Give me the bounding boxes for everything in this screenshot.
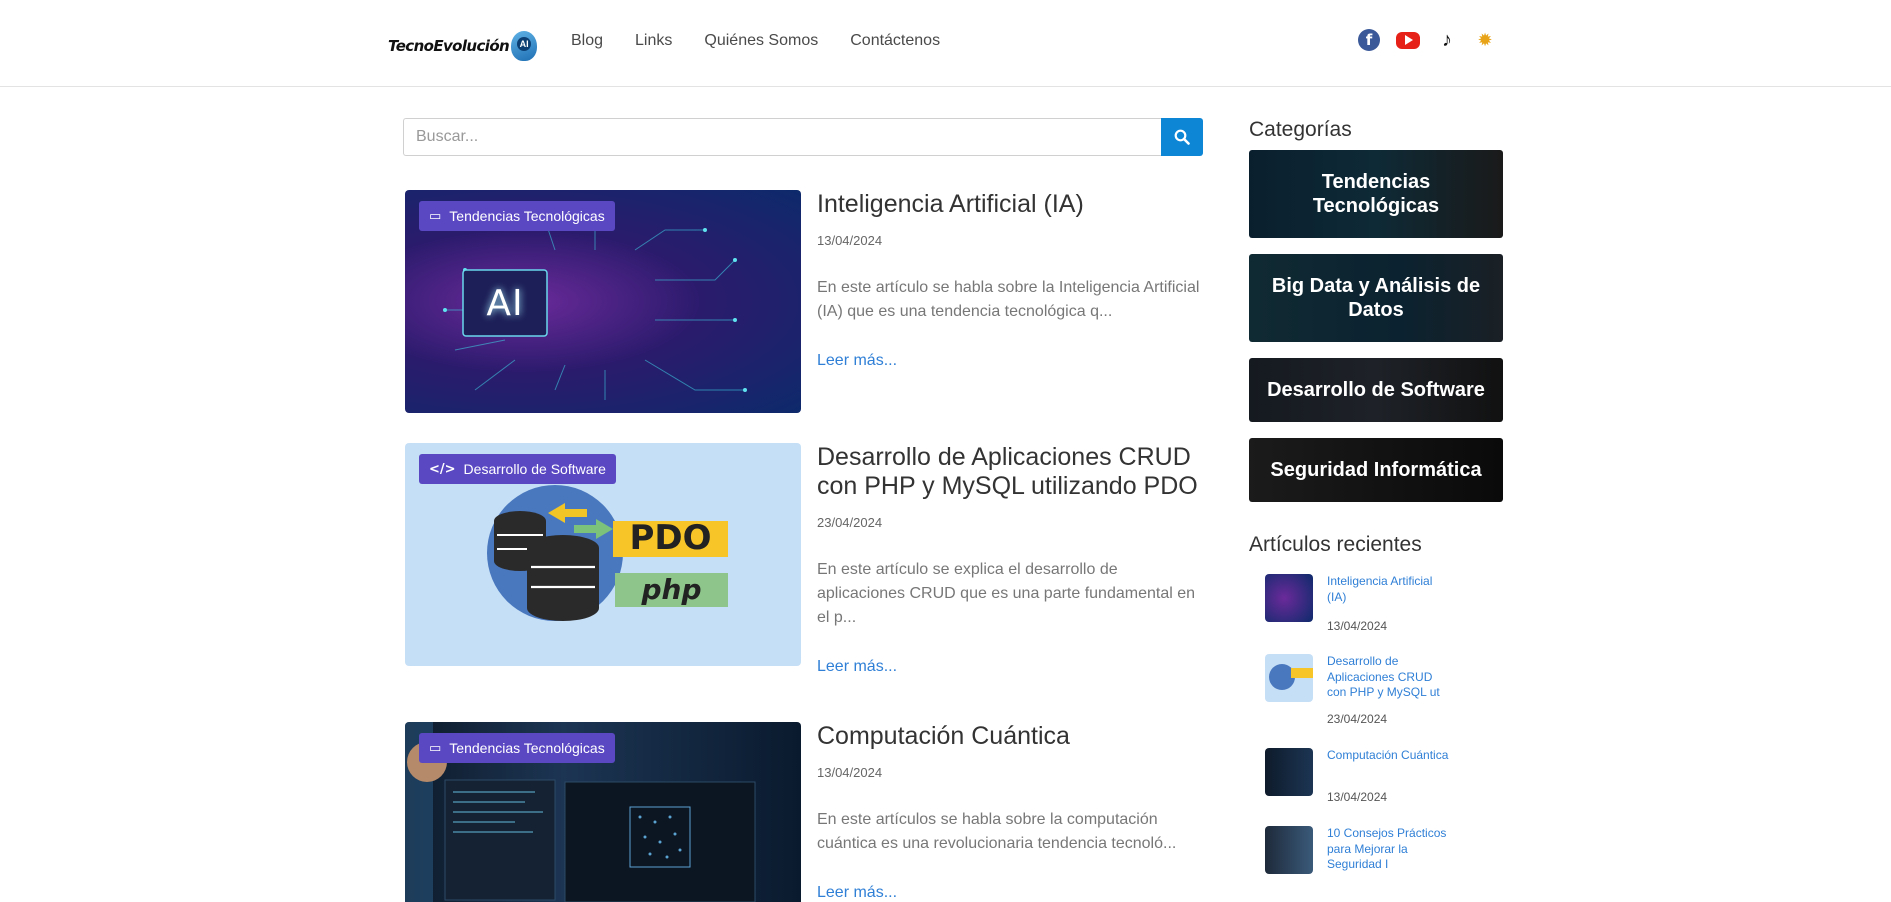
code-icon: </> [429, 461, 456, 477]
post-title[interactable]: Desarrollo de Aplicaciones CRUD con PHP … [817, 443, 1207, 501]
logo-text: TecnoEvolución [388, 37, 510, 55]
facebook-icon[interactable]: f [1358, 29, 1380, 51]
post-date: 13/04/2024 [817, 233, 883, 248]
post-excerpt: En este artículos se habla sobre la comp… [817, 811, 1177, 852]
category-badge[interactable]: ▭ Tendencias Tecnológicas [419, 201, 615, 231]
logo-badge-icon: AI [511, 31, 538, 61]
recent-article-thumbnail[interactable] [1265, 748, 1313, 796]
search-button[interactable] [1161, 118, 1203, 156]
php-label: php [641, 572, 702, 606]
recent-article-title[interactable]: 10 Consejos Prácticos para Mejorar la Se… [1327, 826, 1455, 873]
category-card-label: Big Data y Análisis de Datos [1271, 275, 1481, 321]
recent-article-title[interactable]: Computación Cuántica [1327, 748, 1455, 764]
recent-article-date: 13/04/2024 [1327, 790, 1388, 804]
nav-links-link[interactable]: Links [635, 31, 672, 51]
post-excerpt: En este artículo se explica el desarroll… [817, 561, 1196, 626]
category-badge-label: Desarrollo de Software [463, 461, 606, 477]
search-icon [1174, 129, 1190, 145]
search-input[interactable] [403, 118, 1161, 156]
main-nav: Blog Links Quiénes Somos Contáctenos [571, 31, 972, 51]
post-excerpt: En este artículo se habla sobre la Intel… [817, 279, 1200, 320]
laptop-icon: ▭ [429, 208, 442, 224]
site-header: TecnoEvolución AI Blog Links Quiénes Som… [0, 0, 1891, 87]
post-body: Inteligencia Artificial (IA) 13/04/2024 … [817, 190, 1207, 370]
category-badge-label: Tendencias Tecnológicas [449, 208, 605, 224]
read-more-link[interactable]: Leer más... [817, 352, 1207, 370]
post-body: Desarrollo de Aplicaciones CRUD con PHP … [817, 443, 1207, 676]
post-body: Computación Cuántica 13/04/2024 En este … [817, 722, 1207, 902]
category-card-tendencias[interactable]: Tendencias Tecnológicas [1249, 150, 1503, 238]
categories-heading: Categorías [1249, 118, 1352, 141]
laptop-icon: ▭ [429, 740, 442, 756]
category-card-desarrollo[interactable]: Desarrollo de Software [1249, 358, 1503, 422]
nav-blog-link[interactable]: Blog [571, 31, 603, 51]
category-card-label: Desarrollo de Software [1267, 379, 1485, 401]
read-more-link[interactable]: Leer más... [817, 884, 1207, 902]
recent-article-date: 23/04/2024 [1327, 712, 1388, 726]
category-badge[interactable]: ▭ Tendencias Tecnológicas [419, 733, 615, 763]
post-title[interactable]: Computación Cuántica [817, 722, 1207, 751]
post-date: 13/04/2024 [817, 765, 883, 780]
recent-article-title[interactable]: Inteligencia Artificial (IA) [1327, 574, 1455, 605]
recent-article-thumbnail[interactable] [1265, 654, 1313, 702]
category-card-label: Tendencias Tecnológicas [1312, 171, 1440, 217]
recent-article-thumbnail[interactable] [1265, 826, 1313, 874]
post-date: 23/04/2024 [817, 515, 883, 530]
category-badge[interactable]: </> Desarrollo de Software [419, 454, 616, 484]
post-image[interactable]: AI ▭ Tendencias Tecnológicas [405, 190, 801, 413]
ai-chip-text: AI [486, 282, 524, 324]
category-card-seguridad[interactable]: Seguridad Informática [1249, 438, 1503, 502]
youtube-icon[interactable] [1396, 31, 1420, 49]
theme-toggle-icon[interactable]: ✹ [1474, 29, 1496, 51]
recent-article-title[interactable]: Desarrollo de Aplicaciones CRUD con PHP … [1327, 654, 1455, 701]
search-bar [403, 118, 1203, 156]
post-image[interactable]: ▭ Tendencias Tecnológicas [405, 722, 801, 902]
category-card-big-data[interactable]: Big Data y Análisis de Datos [1249, 254, 1503, 342]
social-links: f ♪ ✹ [1358, 29, 1512, 51]
post-title[interactable]: Inteligencia Artificial (IA) [817, 190, 1207, 219]
site-logo[interactable]: TecnoEvolución AI [388, 30, 538, 62]
recent-article-thumbnail[interactable] [1265, 574, 1313, 622]
pdo-label: PDO [629, 518, 712, 558]
recent-articles-heading: Artículos recientes [1249, 533, 1422, 556]
tiktok-icon[interactable]: ♪ [1436, 29, 1458, 51]
category-card-label: Seguridad Informática [1270, 459, 1482, 481]
category-badge-label: Tendencias Tecnológicas [449, 740, 605, 756]
logo-badge-text: AI [517, 37, 532, 51]
nav-contact-link[interactable]: Contáctenos [850, 31, 940, 51]
read-more-link[interactable]: Leer más... [817, 658, 1207, 676]
nav-about-link[interactable]: Quiénes Somos [704, 31, 818, 51]
recent-article-date: 13/04/2024 [1327, 619, 1388, 633]
post-image[interactable]: PDO php </> Desarrollo de Software [405, 443, 801, 666]
